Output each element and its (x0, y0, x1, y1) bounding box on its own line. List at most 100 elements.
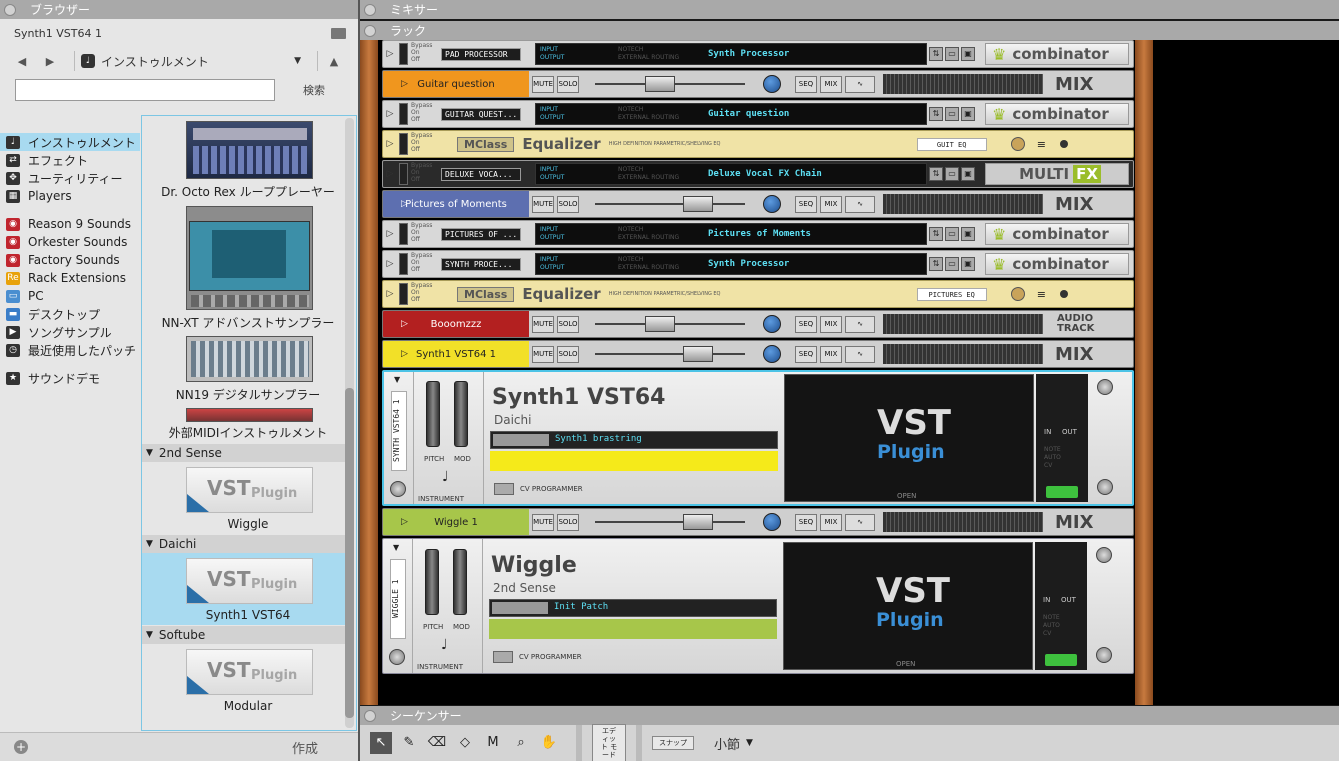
open-label[interactable]: OPEN (897, 492, 916, 500)
place-item[interactable]: ◉ Orkester Sounds (0, 233, 140, 251)
place-item[interactable]: ✥ ユーティリティー (0, 169, 140, 187)
prev-patch-icon[interactable]: ⇅ (929, 257, 943, 271)
place-item[interactable]: ♩ インストゥルメント (0, 133, 140, 151)
play-icon[interactable]: ▷ (401, 319, 408, 329)
browser-scrollbar[interactable] (345, 118, 354, 728)
channel-name[interactable]: Synth1 VST64 1 (416, 349, 496, 360)
bypass-switch[interactable]: Bypass On Off (399, 221, 453, 247)
menu-icon[interactable]: ≡ (1037, 138, 1046, 151)
seq-button[interactable]: SEQ (795, 345, 817, 363)
eq-patch-name[interactable]: PICTURES EQ (916, 287, 987, 301)
location-label[interactable]: インストゥルメント (101, 53, 209, 70)
seq-button[interactable]: SEQ (795, 75, 817, 93)
volume-fader[interactable] (595, 514, 745, 530)
pan-knob[interactable] (763, 345, 781, 363)
fold-icon[interactable]: ▼ (393, 543, 399, 552)
fader-handle[interactable] (683, 346, 713, 362)
add-icon[interactable]: + (14, 740, 28, 754)
razor-tool-icon[interactable]: ◇ (454, 732, 476, 754)
octo-rex-thumbnail[interactable] (186, 121, 313, 179)
scrollbar-thumb[interactable] (345, 388, 354, 718)
collapse-icon[interactable] (364, 709, 376, 722)
edit-mode-button[interactable]: エディット モード (592, 724, 626, 761)
device-side-name[interactable]: SYNTH VST64 1 (391, 391, 407, 471)
play-icon[interactable]: ▷ (383, 49, 397, 59)
channel-strip-label[interactable]: ▷ Pictures of Moments (383, 191, 529, 217)
bypass-toggle[interactable] (399, 43, 408, 65)
eq-patch-name[interactable]: GUIT EQ (916, 137, 987, 151)
vst-plugin-display[interactable]: VST Plugin OPEN (783, 542, 1033, 670)
up-arrow-icon[interactable]: ▲ (324, 55, 344, 68)
collapse-icon[interactable] (364, 3, 376, 16)
patch-buttons-icon[interactable] (492, 602, 548, 614)
place-item[interactable]: ▬ デスクトップ (0, 305, 140, 323)
browser-header[interactable]: ブラウザー (0, 0, 358, 19)
vst-thumbnail-modular[interactable]: VST Plugin (186, 649, 313, 695)
prev-patch-icon[interactable]: ⇅ (929, 47, 943, 61)
mute-button[interactable]: MUTE (532, 513, 554, 531)
group-2nd-sense[interactable]: ▼ 2nd Sense (142, 444, 354, 462)
play-icon[interactable]: ▷ (401, 517, 408, 527)
collapse-icon[interactable] (364, 24, 376, 37)
play-icon[interactable]: ▷ (383, 139, 397, 149)
bypass-switch[interactable]: Bypass On Off (399, 251, 453, 277)
place-item[interactable]: ⇄ エフェクト (0, 151, 140, 169)
group-softube[interactable]: ▼ Softube (142, 626, 354, 644)
hand-tool-icon[interactable]: ✋ (538, 732, 560, 754)
open-label[interactable]: OPEN (896, 660, 915, 668)
mute-tool-icon[interactable]: M (482, 732, 504, 754)
place-item[interactable]: ◉ Reason 9 Sounds (0, 215, 140, 233)
mix-button[interactable]: MIX (820, 75, 842, 93)
vst-thumbnail-synth1[interactable]: VST Plugin (186, 558, 313, 604)
bypass-toggle[interactable] (399, 253, 408, 275)
mod-wheel[interactable] (453, 549, 467, 615)
patch-browser[interactable]: Synth1 brastring (490, 431, 778, 449)
search-label[interactable]: 検索 (303, 82, 325, 98)
channel-name[interactable]: Pictures of Moments (405, 199, 507, 210)
mix-button[interactable]: MIX (820, 345, 842, 363)
channel-strip-label[interactable]: ▷ Guitar question (383, 71, 529, 97)
pan-knob[interactable] (763, 195, 781, 213)
item-nn-xt-label[interactable]: NN-XT アドバンストサンプラー (142, 314, 354, 331)
bypass-switch[interactable]: Bypass On Off (399, 101, 453, 127)
bypass-switch[interactable]: Bypass On Off (399, 41, 453, 67)
mod-wheel[interactable] (454, 381, 468, 447)
rack-header[interactable]: ラック (360, 21, 1339, 40)
mix-button[interactable]: MIX (820, 195, 842, 213)
vst-plugin-display[interactable]: VST Plugin OPEN (784, 374, 1034, 502)
snap-value[interactable]: 小節 (714, 734, 740, 753)
channel-strip-label[interactable]: ▷ Booomzzz (383, 311, 529, 337)
arrow-tool-icon[interactable]: ↖ (370, 732, 392, 754)
collapse-icon[interactable] (4, 3, 16, 16)
save-patch-icon[interactable]: ▣ (961, 107, 975, 121)
vst-thumbnail-wiggle[interactable]: VST Plugin (186, 467, 313, 513)
play-icon[interactable]: ▷ (401, 349, 408, 359)
play-icon[interactable]: ▷ (383, 169, 397, 179)
item-ext-midi-label[interactable]: 外部MIDIインストゥルメント (142, 424, 354, 441)
item-synth1-label[interactable]: Synth1 VST64 (142, 608, 354, 622)
save-patch-icon[interactable]: ▣ (961, 47, 975, 61)
device-name-tape[interactable]: DELUXE VOCA... (441, 167, 521, 181)
forward-arrow-icon[interactable]: ▶ (40, 55, 60, 68)
place-item[interactable]: Re Rack Extensions (0, 269, 140, 287)
volume-fader[interactable] (595, 196, 745, 212)
seq-button[interactable]: SEQ (795, 195, 817, 213)
location-dropdown-icon[interactable]: ▼ (294, 56, 301, 66)
browse-patch-icon[interactable]: ▭ (945, 167, 959, 181)
nn-xt-thumbnail[interactable] (186, 206, 313, 310)
save-patch-icon[interactable]: ▣ (961, 257, 975, 271)
bypass-switch[interactable]: Bypass On Off (399, 161, 453, 187)
magnify-tool-icon[interactable]: ⌕ (510, 732, 532, 754)
power-button[interactable] (1046, 486, 1078, 498)
prev-patch-icon[interactable]: ⇅ (929, 107, 943, 121)
place-item[interactable]: ▦ Players (0, 187, 140, 205)
channel-strip-label[interactable]: ▷ Wiggle 1 (383, 509, 529, 535)
eq-curve-icon[interactable]: ∿ (845, 315, 875, 333)
mute-button[interactable]: MUTE (532, 345, 554, 363)
device-name-tape[interactable]: GUITAR QUEST... (441, 107, 521, 121)
pitch-wheel[interactable] (425, 549, 439, 615)
bypass-toggle[interactable] (399, 223, 408, 245)
mute-button[interactable]: MUTE (532, 315, 554, 333)
patch-name[interactable]: Guitar question (708, 109, 789, 119)
play-icon[interactable]: ▷ (383, 229, 397, 239)
